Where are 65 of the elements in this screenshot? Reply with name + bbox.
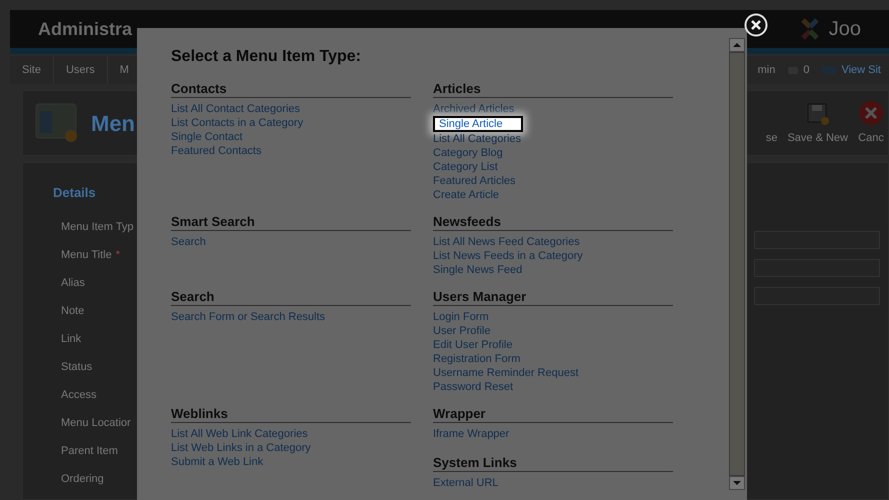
fieldset-legend: Details bbox=[53, 185, 96, 200]
field-label: Note bbox=[61, 304, 84, 319]
menu-type-link[interactable]: Category List bbox=[433, 160, 498, 174]
menu-type-link[interactable]: Single Contact bbox=[171, 130, 243, 144]
menu-type-link[interactable]: List News Feeds in a Category bbox=[433, 249, 583, 263]
nav-menu-item[interactable]: Site bbox=[10, 56, 54, 84]
menu-type-link[interactable]: User Profile bbox=[433, 324, 490, 338]
menu-manager-icon bbox=[35, 103, 79, 143]
menu-type-link[interactable]: Search Form or Search Results bbox=[171, 310, 326, 324]
menu-type-link[interactable]: External URL bbox=[433, 476, 498, 490]
section-heading: Newsfeeds bbox=[433, 214, 673, 231]
field-label: Menu Item Typ bbox=[61, 220, 134, 235]
modal-title: Select a Menu Item Type: bbox=[171, 47, 362, 67]
menu-type-link[interactable]: List Web Links in a Category bbox=[171, 441, 311, 455]
section-heading: Articles bbox=[433, 81, 673, 98]
page-title: Men bbox=[91, 110, 135, 138]
menu-type-link[interactable]: Username Reminder Request bbox=[433, 366, 579, 380]
header-title: Administra bbox=[38, 18, 132, 40]
section-heading: Smart Search bbox=[171, 214, 411, 231]
field-label: Parent Item bbox=[61, 444, 118, 459]
scroll-down-icon[interactable] bbox=[729, 476, 745, 490]
menu-type-link[interactable]: Single News Feed bbox=[433, 263, 522, 277]
menu-type-link[interactable]: List All Categories bbox=[433, 132, 522, 146]
toolbar-label: se bbox=[766, 130, 778, 146]
menu-type-link[interactable]: List All News Feed Categories bbox=[433, 235, 580, 249]
save-icon bbox=[806, 102, 830, 126]
required-marker: * bbox=[116, 248, 120, 263]
menu-type-link[interactable]: List All Web Link Categories bbox=[171, 427, 308, 441]
menu-type-link[interactable]: Registration Form bbox=[433, 352, 520, 366]
menu-type-link[interactable]: Submit a Web Link bbox=[171, 455, 264, 469]
field-label: Status bbox=[61, 360, 92, 375]
section-heading: Search bbox=[171, 289, 411, 306]
menu-type-link[interactable]: Login Form bbox=[433, 310, 489, 324]
field-label: Link bbox=[61, 332, 82, 347]
menu-type-link[interactable]: Featured Articles bbox=[433, 174, 516, 188]
view-site-link[interactable]: View Sit bbox=[841, 62, 881, 78]
menu-type-link[interactable]: Iframe Wrapper bbox=[433, 427, 510, 441]
menu-type-link[interactable]: Archived Articles bbox=[433, 102, 514, 116]
user-label: min bbox=[758, 62, 776, 78]
toolbar-button[interactable]: Save & New bbox=[787, 130, 848, 146]
nav-menu-item[interactable]: Users bbox=[54, 56, 108, 84]
section-heading: System Links bbox=[433, 455, 673, 472]
section-heading: Contacts bbox=[171, 81, 411, 98]
field-label: Access bbox=[61, 388, 96, 403]
field-label: Menu Locatior bbox=[61, 416, 131, 431]
field-label: Ordering bbox=[61, 472, 104, 487]
section-heading: Weblinks bbox=[171, 406, 411, 423]
cancel-icon bbox=[858, 100, 884, 126]
field-label: Alias bbox=[61, 276, 85, 291]
section-heading: Users Manager bbox=[433, 289, 673, 306]
menu-type-link[interactable]: Category Blog bbox=[433, 146, 503, 160]
scroll-up-icon[interactable] bbox=[729, 38, 745, 52]
menu-type-link[interactable]: Create Article bbox=[433, 188, 500, 202]
logo-text: Joo bbox=[828, 17, 861, 42]
message-count: 0 bbox=[803, 62, 810, 78]
menu-type-link[interactable]: List Contacts in a Category bbox=[171, 116, 304, 130]
section-heading: Wrapper bbox=[433, 406, 673, 423]
menu-type-link[interactable]: List All Contact Categories bbox=[171, 102, 300, 116]
menu-type-link[interactable]: Featured Contacts bbox=[171, 144, 262, 158]
toolbar-button[interactable]: Canc bbox=[858, 130, 884, 146]
menu-type-link[interactable]: Search bbox=[171, 235, 206, 249]
field-label: Menu Title bbox=[61, 248, 112, 263]
menu-type-link[interactable]: Edit User Profile bbox=[433, 338, 512, 352]
menu-type-link[interactable]: Password Reset bbox=[433, 380, 514, 394]
menu-type-link[interactable]: Single Article bbox=[433, 116, 523, 132]
